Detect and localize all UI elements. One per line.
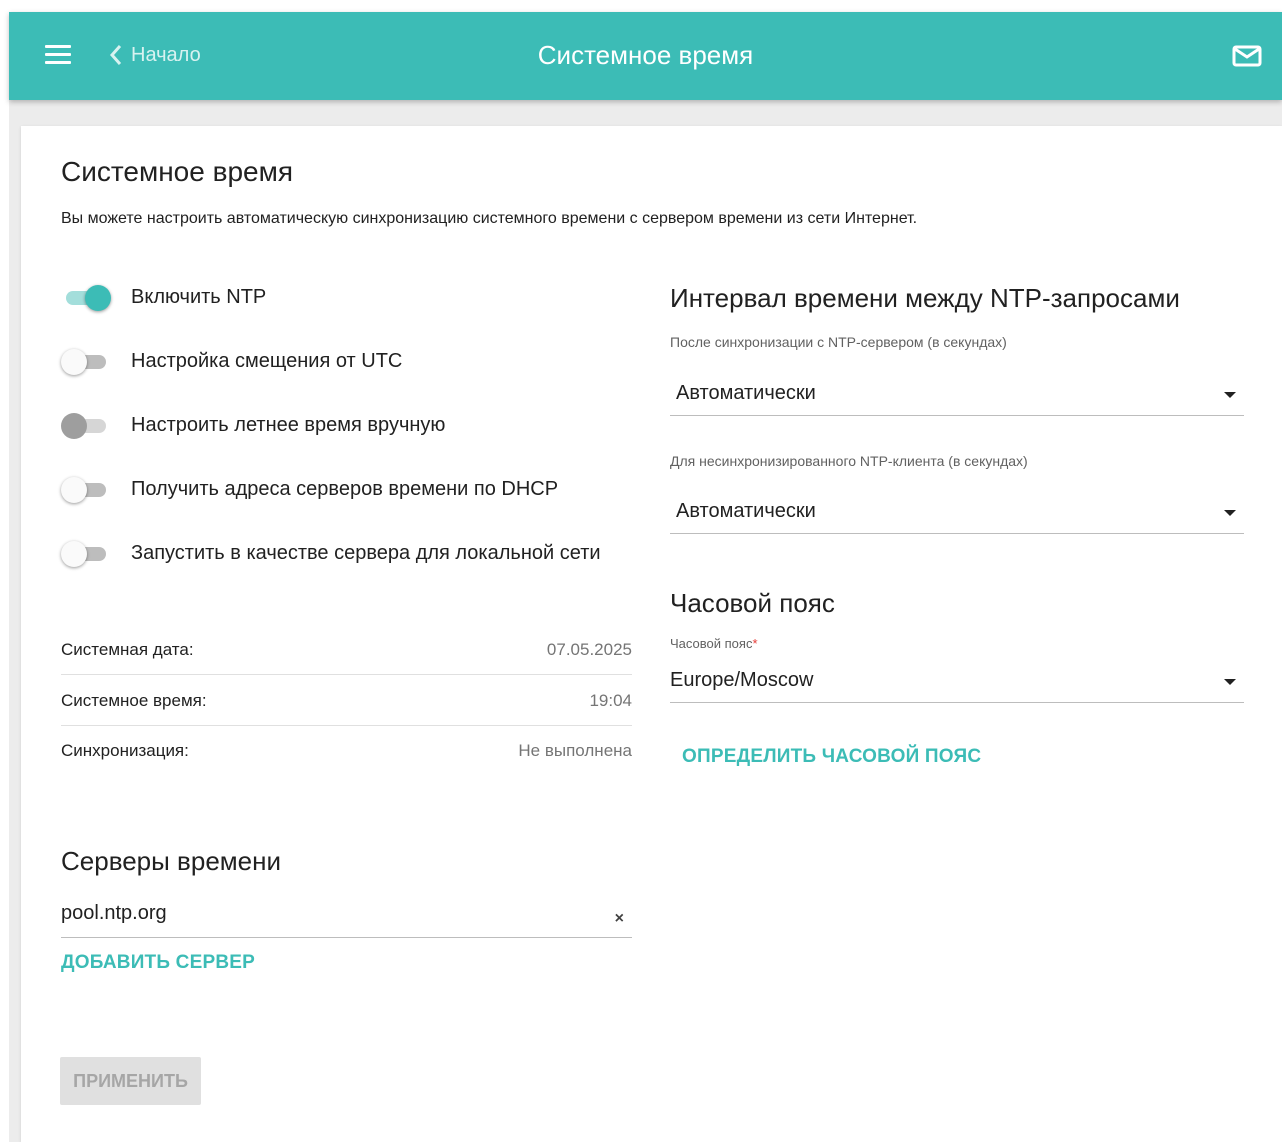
timezone-title: Часовой пояс [670, 588, 835, 618]
dropdown-arrow-icon [1224, 510, 1236, 516]
toggle-row-ntp: Включить NTP [61, 284, 601, 312]
toggle-label: Получить адреса серверов времени по DHCP [131, 478, 559, 500]
page-header-title: Системное время [537, 40, 754, 70]
toggle-row-dst: Настроить летнее время вручную [61, 412, 601, 440]
ntp-toggle[interactable] [61, 284, 111, 312]
info-value: Не выполнена [518, 741, 632, 760]
toggle-row-dhcp: Получить адреса серверов времени по DHCP [61, 476, 601, 504]
timezone-label-text: Часовой пояс [670, 636, 753, 651]
toggle-row-lan-server: Запустить в качестве сервера для локальн… [61, 540, 601, 568]
dhcp-servers-toggle[interactable] [61, 476, 111, 504]
info-label: Синхронизация: [61, 741, 189, 760]
lan-server-toggle[interactable] [61, 540, 111, 568]
page-title: Системное время [61, 156, 294, 187]
utc-offset-toggle[interactable] [61, 348, 111, 376]
after-sync-select[interactable]: Автоматически [670, 370, 1244, 416]
toggle-label: Настроить летнее время вручную [131, 414, 446, 436]
timezone-select[interactable]: Europe/Moscow [670, 657, 1244, 703]
after-sync-label: После синхронизации с NTP-сервером (в се… [670, 334, 1007, 350]
dst-manual-toggle[interactable] [61, 412, 111, 440]
unsync-select[interactable]: Автоматически [670, 488, 1244, 534]
timezone-label: Часовой пояс* [670, 636, 758, 651]
servers-title: Серверы времени [61, 846, 281, 876]
top-bar: Начало Системное время [9, 12, 1282, 100]
apply-button[interactable]: ПРИМЕНИТЬ [60, 1057, 201, 1105]
server-field[interactable]: pool.ntp.org × [61, 898, 632, 938]
add-server-button[interactable]: ДОБАВИТЬ СЕРВЕР [61, 952, 255, 974]
info-value: 07.05.2025 [546, 639, 632, 659]
toggle-label: Настройка смещения от UTC [131, 350, 403, 372]
clear-icon[interactable]: × [615, 910, 624, 928]
select-value: Europe/Moscow [670, 669, 814, 691]
settings-card: Системное время Вы можете настроить авто… [21, 126, 1282, 1142]
system-time-row: Системное время: 19:04 [61, 676, 632, 726]
mail-icon[interactable] [1232, 45, 1262, 72]
system-date-row: Системная дата: 07.05.2025 [61, 625, 632, 675]
toggle-row-utc-offset: Настройка смещения от UTC [61, 348, 601, 376]
detect-timezone-button[interactable]: ОПРЕДЕЛИТЬ ЧАСОВОЙ ПОЯС [682, 746, 981, 768]
unsync-label: Для несинхронизированного NTP-клиента (в… [670, 453, 1028, 469]
info-value: 19:04 [589, 690, 632, 710]
interval-title: Интервал времени между NTP-запросами [670, 283, 1180, 313]
sync-status-row: Синхронизация: Не выполнена [61, 726, 632, 776]
required-mark: * [752, 636, 758, 651]
info-label: Системная дата: [61, 639, 194, 659]
select-value: Автоматически [676, 382, 816, 404]
info-label: Системное время: [61, 690, 207, 710]
toggle-label: Запустить в качестве сервера для локальн… [131, 542, 601, 564]
dropdown-arrow-icon [1224, 392, 1236, 398]
toggle-label: Включить NTP [131, 286, 267, 308]
dropdown-arrow-icon [1224, 679, 1236, 685]
server-value: pool.ntp.org [61, 902, 167, 924]
page-description: Вы можете настроить автоматическую синхр… [61, 210, 918, 227]
select-value: Автоматически [676, 500, 816, 522]
